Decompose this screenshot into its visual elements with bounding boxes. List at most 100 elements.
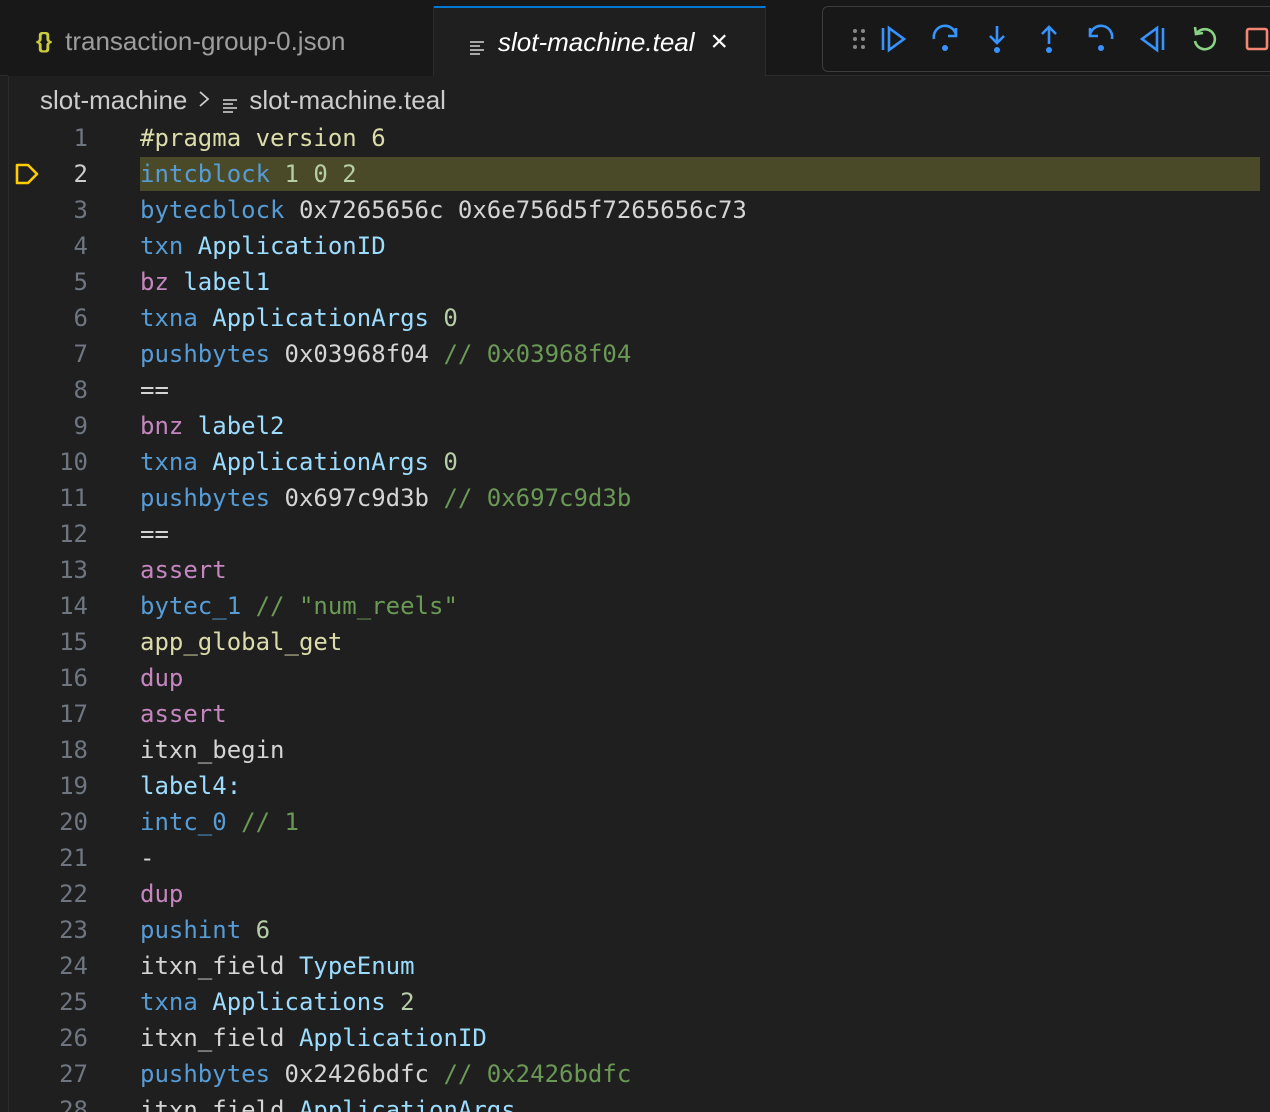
line-number: 14 <box>59 592 88 620</box>
code-text: pushbytes 0x03968f04 // 0x03968f04 <box>140 336 631 372</box>
code-token: dup <box>140 664 184 692</box>
code-line[interactable]: 24 itxn_field TypeEnum <box>0 948 1270 984</box>
file-lines-icon <box>221 91 239 113</box>
restart-icon[interactable] <box>1189 23 1221 55</box>
debug-toolbar <box>822 6 1270 72</box>
code-line[interactable]: 17 assert <box>0 696 1270 732</box>
tab-slot-machine-teal[interactable]: slot-machine.teal × <box>434 6 766 76</box>
stop-icon[interactable] <box>1241 23 1270 55</box>
code-editor[interactable]: 1 #pragma version 6 2 intcblock 1 0 2 3 bytec… <box>0 120 1270 1112</box>
code-line[interactable]: 13 assert <box>0 552 1270 588</box>
code-line[interactable]: 23 pushint 6 <box>0 912 1270 948</box>
code-token: dup <box>140 880 184 908</box>
code-token: itxn_field <box>140 1096 285 1112</box>
code-line[interactable]: 18 itxn_begin <box>0 732 1270 768</box>
step-back-icon[interactable] <box>1085 23 1117 55</box>
code-line[interactable]: 6 txna ApplicationArgs 0 <box>0 300 1270 336</box>
code-line[interactable]: 4 txn ApplicationID <box>0 228 1270 264</box>
line-number: 12 <box>59 520 88 548</box>
code-line[interactable]: 11 pushbytes 0x697c9d3b // 0x697c9d3b <box>0 480 1270 516</box>
line-number: 26 <box>59 1024 88 1052</box>
code-line[interactable]: 3 bytecblock 0x7265656c 0x6e756d5f7265656… <box>0 192 1270 228</box>
code-line[interactable]: 20 intc_0 // 1 <box>0 804 1270 840</box>
code-token: 0x03968f04 <box>270 340 444 368</box>
line-number: 20 <box>59 808 88 836</box>
code-text: assert <box>140 696 227 732</box>
code-line[interactable]: 21 - <box>0 840 1270 876</box>
code-token: pushint <box>140 916 242 944</box>
code-token: 0 <box>428 448 458 476</box>
code-token: 1 0 2 <box>270 160 357 188</box>
code-text: dup <box>140 876 183 912</box>
line-number: 23 <box>59 916 88 944</box>
code-text: itxn_field ApplicationID <box>140 1020 487 1056</box>
line-number: 11 <box>59 484 88 512</box>
code-line[interactable]: 14 bytec_1 // "num_reels" <box>0 588 1270 624</box>
continue-icon[interactable] <box>877 23 909 55</box>
step-over-icon[interactable] <box>929 23 961 55</box>
breadcrumb-folder[interactable]: slot-machine <box>40 85 187 116</box>
code-line[interactable]: 10 txna ApplicationArgs 0 <box>0 444 1270 480</box>
code-line[interactable]: 12 == <box>0 516 1270 552</box>
code-text: itxn_field TypeEnum <box>140 948 415 984</box>
code-text: itxn_field ApplicationArgs <box>140 1092 516 1112</box>
breadcrumb-file[interactable]: slot-machine.teal <box>249 85 446 116</box>
code-line[interactable]: 1 #pragma version 6 <box>0 120 1270 156</box>
code-token: ApplicationArgs <box>197 304 429 332</box>
code-text: label4: <box>140 768 241 804</box>
line-number: 21 <box>59 844 88 872</box>
code-line[interactable]: 26 itxn_field ApplicationID <box>0 1020 1270 1056</box>
code-line[interactable]: 27 pushbytes 0x2426bdfc // 0x2426bdfc <box>0 1056 1270 1092</box>
code-token: 6 <box>241 916 271 944</box>
code-line[interactable]: 9 bnz label2 <box>0 408 1270 444</box>
code-token: assert <box>140 556 227 584</box>
tab-label: slot-machine.teal <box>498 26 695 57</box>
code-token: pushbytes <box>140 340 271 368</box>
step-out-icon[interactable] <box>1033 23 1065 55</box>
line-number: 13 <box>59 556 88 584</box>
code-token: label4: <box>140 772 242 800</box>
line-number: 5 <box>73 268 88 296</box>
code-line[interactable]: 16 dup <box>0 660 1270 696</box>
code-text: bytecblock 0x7265656c 0x6e756d5f7265656c… <box>140 192 747 228</box>
code-line[interactable]: 8 == <box>0 372 1270 408</box>
tab-transaction-group-json[interactable]: {} transaction-group-0.json <box>8 6 434 76</box>
code-text: txn ApplicationID <box>140 228 386 264</box>
code-token: app_global_get <box>140 628 343 656</box>
code-token: txna <box>140 448 198 476</box>
drag-handle-icon[interactable] <box>843 23 875 55</box>
code-text: dup <box>140 660 183 696</box>
code-token: bnz <box>140 412 184 440</box>
step-into-icon[interactable] <box>981 23 1013 55</box>
code-token: pushbytes <box>140 1060 271 1088</box>
code-token: label1 <box>168 268 271 296</box>
reverse-continue-icon[interactable] <box>1137 23 1169 55</box>
tab-label: transaction-group-0.json <box>65 25 346 56</box>
line-number: 19 <box>59 772 88 800</box>
code-line[interactable]: 28 itxn_field ApplicationArgs <box>0 1092 1270 1112</box>
code-line[interactable]: 25 txna Applications 2 <box>0 984 1270 1020</box>
code-token: bytecblock <box>140 196 285 224</box>
code-text: itxn_begin <box>140 732 285 768</box>
code-text: pushbytes 0x2426bdfc // 0x2426bdfc <box>140 1056 631 1092</box>
code-line[interactable]: 7 pushbytes 0x03968f04 // 0x03968f04 <box>0 336 1270 372</box>
close-tab-icon[interactable]: × <box>711 27 729 57</box>
line-number: 2 <box>73 160 88 188</box>
code-token: ApplicationArgs <box>284 1096 516 1112</box>
code-text: == <box>140 372 169 408</box>
code-line[interactable]: 22 dup <box>0 876 1270 912</box>
code-line[interactable]: 5 bz label1 <box>0 264 1270 300</box>
code-line[interactable]: 19 label4: <box>0 768 1270 804</box>
code-text: bnz label2 <box>140 408 285 444</box>
code-line[interactable]: 15 app_global_get <box>0 624 1270 660</box>
code-token: txna <box>140 304 198 332</box>
code-token: // 0x2426bdfc <box>443 1060 632 1088</box>
line-number: 17 <box>59 700 88 728</box>
code-token: bytec_1 <box>140 592 242 620</box>
code-line[interactable]: 2 intcblock 1 0 2 <box>0 156 1270 192</box>
code-token: // 0x03968f04 <box>443 340 632 368</box>
code-text: pushint 6 <box>140 912 270 948</box>
code-token: itxn_field <box>140 952 285 980</box>
code-text: - <box>140 840 154 876</box>
code-token: TypeEnum <box>284 952 415 980</box>
